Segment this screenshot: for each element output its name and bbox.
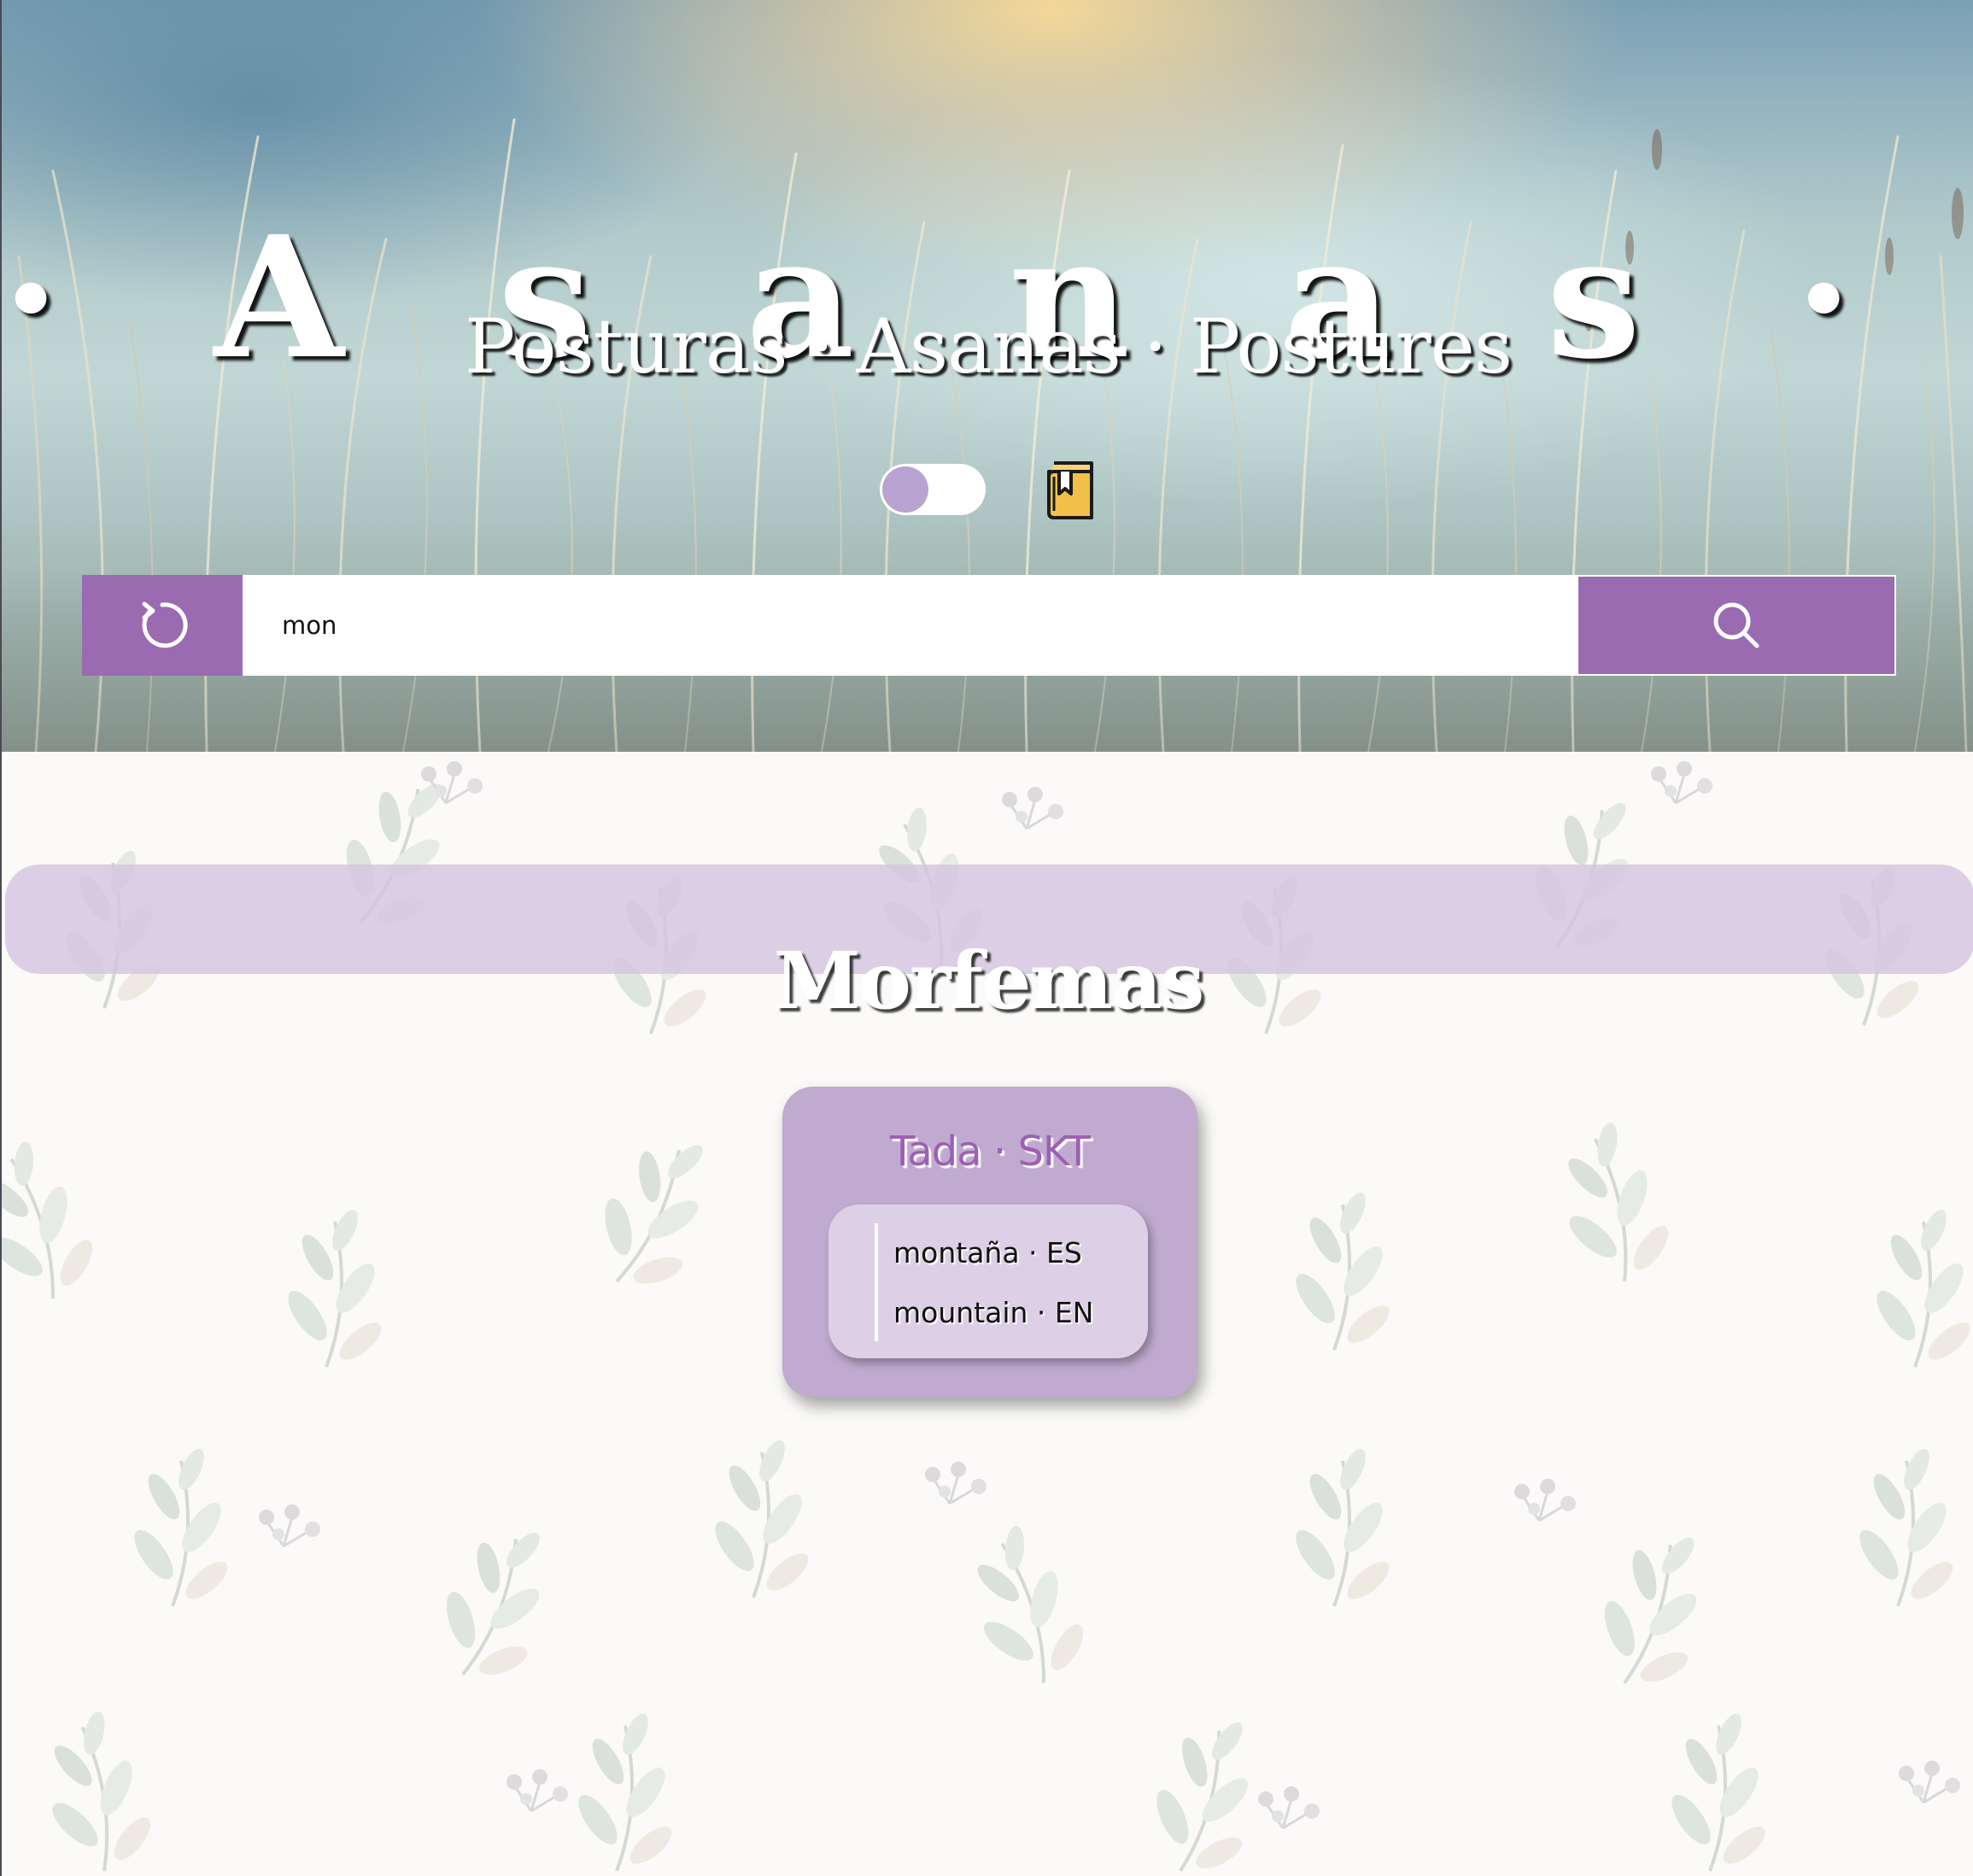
- reset-button[interactable]: [82, 575, 243, 676]
- card-title: Tada · SKT: [890, 1128, 1091, 1175]
- book-bookmark-icon[interactable]: [1042, 460, 1097, 521]
- search-input[interactable]: [243, 575, 1577, 676]
- translations-box: montaña · ES mountain · EN: [828, 1205, 1148, 1358]
- search-icon: [1713, 602, 1759, 648]
- divider: [875, 1223, 878, 1341]
- refresh-icon: [142, 601, 188, 648]
- toggle-knob: [882, 466, 928, 513]
- section-title: Morfemas: [773, 935, 1205, 1028]
- translation-en: mountain · EN: [893, 1296, 1094, 1329]
- search-button[interactable]: [1577, 575, 1896, 676]
- site-subtitle: Posturas · Asanas · Postures: [465, 302, 1513, 390]
- theme-toggle[interactable]: [880, 464, 986, 515]
- translation-es: montaña · ES: [893, 1236, 1082, 1269]
- hero-banner: · A s a n a s · L e a r n · Posturas · A…: [2, 0, 1973, 752]
- results-area: Morfemas Tada · SKT montaña · ES mountai…: [2, 752, 1973, 1876]
- result-card[interactable]: Tada · SKT montaña · ES mountain · EN: [782, 1087, 1197, 1398]
